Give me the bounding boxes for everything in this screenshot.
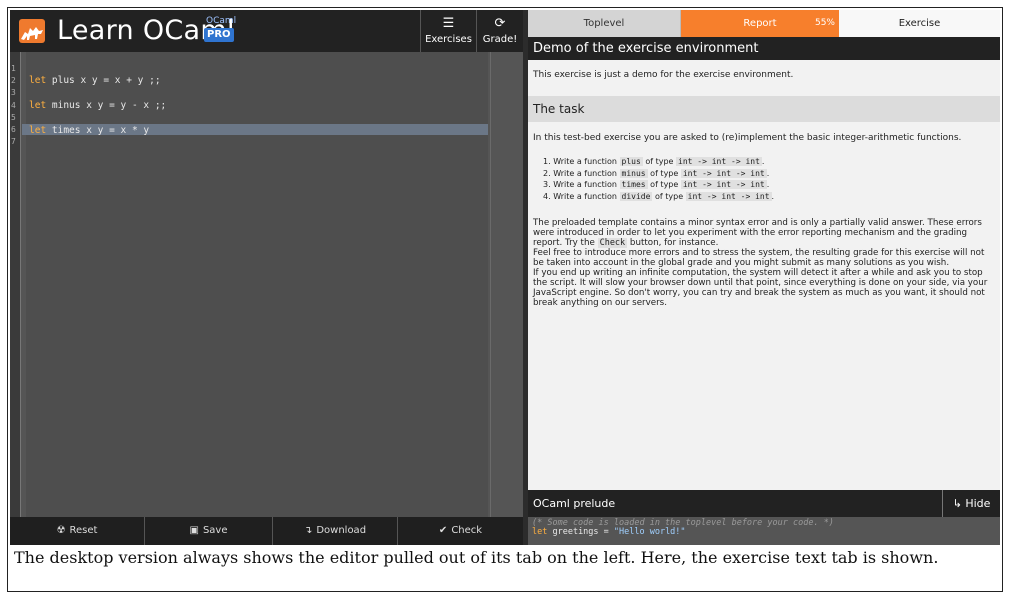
function-name: plus xyxy=(619,157,643,166)
exercise-title: Demo of the exercise environment xyxy=(528,37,1000,60)
prelude-title: OCaml prelude xyxy=(533,497,616,510)
app-subtitle: OCaml xyxy=(206,16,237,26)
task-text: Write a function xyxy=(553,157,617,166)
hide-label: Hide xyxy=(965,497,991,510)
code-editor[interactable]: 1 2 3 4 5 6 7 let plus x y = x + y ;; le… xyxy=(10,52,523,517)
camel-logo-icon xyxy=(19,19,45,43)
task-number: 4. xyxy=(543,191,551,201)
task-heading: The task xyxy=(528,96,1000,122)
grade-button[interactable]: ⟳ Grade! xyxy=(476,10,523,52)
check-label: Check xyxy=(451,525,483,536)
line-number: 4 xyxy=(11,101,16,110)
line-number: 6 xyxy=(11,125,16,134)
task-item: 4. Write a function divide of type int -… xyxy=(543,191,775,201)
learn-ocaml-app: Learn OCaml OCaml PRO ☰ Exercises ⟳ Grad… xyxy=(10,10,1000,545)
reset-button[interactable]: ☢ Reset xyxy=(10,517,145,545)
keyword: let xyxy=(532,527,548,537)
line-number: 5 xyxy=(11,113,16,122)
code-text: greetings = xyxy=(547,527,614,537)
description-text: button, for instance. xyxy=(627,238,719,248)
task-text: of type xyxy=(645,157,674,166)
save-button[interactable]: ▣ Save xyxy=(145,517,273,545)
function-name: divide xyxy=(619,191,653,201)
line-number: 3 xyxy=(11,88,16,97)
prelude-header: OCaml prelude ↳ Hide xyxy=(528,490,1000,517)
task-number: 1. xyxy=(543,157,551,166)
exercise-description: The preloaded template contains a minor … xyxy=(533,218,993,308)
save-icon: ▣ xyxy=(189,525,199,536)
code-line[interactable]: let times x y = x * y xyxy=(29,124,149,137)
task-text: of type xyxy=(650,168,679,178)
figure-caption: The desktop version always shows the edi… xyxy=(14,548,939,567)
editor-pane: Learn OCaml OCaml PRO ☰ Exercises ⟳ Grad… xyxy=(10,10,523,545)
task-item: 1. Write a function plus of type int -> … xyxy=(543,157,765,166)
exercise-text: This exercise is just a demo for the exe… xyxy=(528,60,1000,490)
line-number-gutter: 1 2 3 4 5 6 7 xyxy=(10,52,21,517)
corner-arrow-icon: ↳ xyxy=(952,497,962,510)
line-number: 2 xyxy=(11,76,16,85)
download-button[interactable]: ↴ Download xyxy=(273,517,398,545)
title-bar: Learn OCaml OCaml PRO ☰ Exercises ⟳ Grad… xyxy=(10,10,523,52)
description-paragraph: Feel free to introduce more errors and t… xyxy=(533,248,985,268)
line-number: 7 xyxy=(11,137,16,146)
keyword: let xyxy=(29,125,47,136)
download-label: Download xyxy=(316,525,367,536)
code-text: minus x y = y - x ;; xyxy=(46,100,167,111)
edition-badge: PRO xyxy=(204,28,234,42)
trash-icon: ☢ xyxy=(56,525,66,536)
task-number: 3. xyxy=(543,180,551,189)
save-label: Save xyxy=(202,525,228,536)
prelude-code: (* Some code is loaded in the toplevel b… xyxy=(528,517,1000,545)
exercise-intro: This exercise is just a demo for the exe… xyxy=(533,70,794,80)
description-paragraph: The preloaded template contains a minor … xyxy=(533,218,993,248)
task-text: Write a function xyxy=(553,191,617,201)
task-text: Write a function xyxy=(553,168,617,178)
task-item: 2. Write a function minus of type int ->… xyxy=(543,168,770,178)
print-margin xyxy=(490,52,491,517)
inline-code: Check xyxy=(597,238,628,248)
task-text: Write a function xyxy=(553,180,617,189)
hide-prelude-button[interactable]: ↳ Hide xyxy=(942,490,1000,517)
tab-report[interactable]: Report 55% xyxy=(681,10,839,37)
prelude-code-line: let greetings = "Hello world!" xyxy=(532,528,996,537)
function-type: int -> int -> int xyxy=(680,180,767,189)
function-name: times xyxy=(619,180,648,189)
function-type: int -> int -> int xyxy=(680,168,767,178)
exercises-button[interactable]: ☰ Exercises xyxy=(420,10,476,52)
check-icon: ✔ xyxy=(438,525,448,536)
report-percent-badge: 55% xyxy=(814,18,835,28)
editor-toolbar: ☢ Reset ▣ Save ↴ Download ✔ Check xyxy=(10,517,523,545)
task-item: 3. Write a function times of type int ->… xyxy=(543,180,770,189)
grade-label: Grade! xyxy=(482,34,518,45)
code-line[interactable]: let plus x y = x + y ;; xyxy=(29,74,161,87)
function-type: int -> int -> int xyxy=(676,157,762,166)
download-icon: ↴ xyxy=(303,525,313,536)
tab-toplevel[interactable]: Toplevel xyxy=(528,10,681,37)
check-button[interactable]: ✔ Check xyxy=(398,517,523,545)
task-text: of type xyxy=(650,180,679,189)
string-literal: "Hello world!" xyxy=(613,527,686,537)
task-list: 1. Write a function plus of type int -> … xyxy=(543,156,774,202)
code-text: times x y = x * y xyxy=(46,125,150,136)
description-paragraph: If you end up writing an infinite comput… xyxy=(533,268,988,308)
tab-exercise[interactable]: Exercise xyxy=(839,10,1000,37)
function-type: int -> int -> int xyxy=(685,191,772,201)
code-line[interactable]: let minus x y = y - x ;; xyxy=(29,99,166,112)
code-area[interactable] xyxy=(26,52,488,517)
list-icon: ☰ xyxy=(442,16,455,31)
task-number: 2. xyxy=(543,168,551,178)
keyword: let xyxy=(29,75,47,86)
reset-label: Reset xyxy=(69,525,98,536)
keyword: let xyxy=(29,100,47,111)
code-text: plus x y = x + y ;; xyxy=(46,75,161,86)
function-name: minus xyxy=(619,168,648,178)
line-number: 1 xyxy=(11,64,16,73)
refresh-icon: ⟳ xyxy=(494,16,506,31)
task-intro: In this test-bed exercise you are asked … xyxy=(533,133,962,143)
task-text: of type xyxy=(654,191,684,201)
tab-report-label: Report xyxy=(743,18,777,29)
tab-bar: Toplevel Report 55% Exercise xyxy=(528,10,1000,37)
exercises-label: Exercises xyxy=(425,34,472,45)
exercise-pane: Toplevel Report 55% Exercise Demo of the… xyxy=(528,10,1000,545)
